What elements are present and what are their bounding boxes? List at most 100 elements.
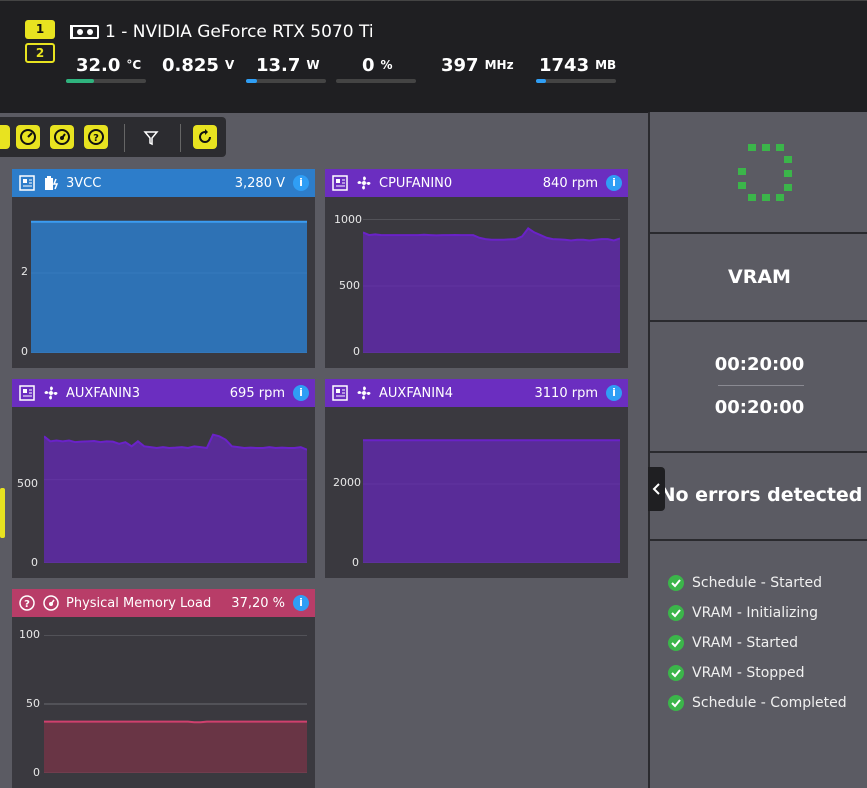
series-area xyxy=(363,440,620,563)
series-area xyxy=(44,434,307,563)
tick-label: 0 xyxy=(353,345,360,358)
sensor-panel-3vcc: 3VCC 3,280 V i 2 0 xyxy=(12,169,315,368)
error-status: No errors detected xyxy=(659,484,863,506)
panel-label: AUXFANIN4 xyxy=(379,385,454,401)
metric-clock: 397 MHz xyxy=(441,55,514,76)
tick-label: 0 xyxy=(352,556,359,569)
refresh-button[interactable] xyxy=(193,125,217,149)
gpu-header: 1 2 1 - NVIDIA GeForce RTX 5070 Ti 32.0 °… xyxy=(0,0,867,113)
motherboard-icon xyxy=(18,174,36,192)
log-entry: Schedule - Started xyxy=(668,575,822,591)
panel-value: 3,280 V xyxy=(234,175,285,191)
tick-label: 0 xyxy=(31,556,38,569)
series-line xyxy=(44,720,307,724)
log-text: Schedule - Started xyxy=(692,575,822,591)
memory-bar xyxy=(536,79,616,83)
scroll-indicator[interactable] xyxy=(0,488,5,538)
chart-physical-memory xyxy=(44,635,307,773)
series-area xyxy=(363,228,620,353)
log-text: VRAM - Initializing xyxy=(692,605,818,621)
tick-label: 500 xyxy=(339,279,360,292)
chart-cpufanin0 xyxy=(363,219,620,353)
metric-temperature: 32.0 °C xyxy=(76,55,142,76)
divider xyxy=(650,320,867,322)
metric-power: 13.7 W xyxy=(256,55,320,76)
gpu-title: 1 - NVIDIA GeForce RTX 5070 Ti xyxy=(105,22,374,42)
help-button[interactable]: ? xyxy=(84,125,108,149)
time-elapsed: 00:20:00 xyxy=(714,354,805,375)
temperature-bar-fill xyxy=(66,79,94,83)
divider xyxy=(650,451,867,453)
toolbar-divider xyxy=(124,124,125,152)
tick-label: 0 xyxy=(33,766,40,779)
fan-icon xyxy=(355,384,373,402)
dashboard-icon xyxy=(54,129,70,145)
tick-label: 2 xyxy=(21,265,28,278)
chart-3vcc xyxy=(31,220,307,353)
toolbar-divider xyxy=(180,124,181,152)
log-entry: VRAM - Started xyxy=(668,635,798,651)
temperature-bar xyxy=(66,79,146,83)
sensor-panel-auxfanin4: AUXFANIN4 3110 rpm i 2000 0 xyxy=(325,379,628,578)
toolbar-button-partial[interactable] xyxy=(0,125,10,149)
help-icon: ? xyxy=(88,129,104,145)
time-divider xyxy=(718,385,804,386)
power-bar-fill xyxy=(246,79,258,83)
series-area xyxy=(44,721,307,773)
chart-auxfanin4 xyxy=(363,439,620,563)
panel-label: CPUFANIN0 xyxy=(379,175,453,191)
log-text: VRAM - Started xyxy=(692,635,799,651)
memory-bar-fill xyxy=(536,79,546,83)
metric-voltage: 0.825 V xyxy=(162,55,235,76)
filter-button[interactable] xyxy=(142,129,160,151)
loading-spinner-icon xyxy=(738,144,792,201)
panel-header: ? Physical Memory Load 37,20 % i xyxy=(12,589,315,617)
info-icon[interactable]: i xyxy=(293,175,309,191)
time-total: 00:20:00 xyxy=(714,397,805,418)
panel-label: AUXFANIN3 xyxy=(66,385,141,401)
log-text: VRAM - Stopped xyxy=(692,665,805,681)
chevron-left-icon xyxy=(652,483,660,495)
gpu-selector-2[interactable]: 2 xyxy=(25,43,55,63)
tick-label: 0 xyxy=(21,345,28,358)
tick-label: 2000 xyxy=(333,476,361,489)
filter-icon xyxy=(143,131,159,146)
check-icon xyxy=(668,695,684,711)
panel-value: 695 rpm xyxy=(229,385,285,401)
info-icon[interactable]: i xyxy=(606,175,622,191)
panel-value: 3110 rpm xyxy=(534,385,598,401)
tick-label: 100 xyxy=(19,628,40,641)
gpu-selector-1[interactable]: 1 xyxy=(25,20,55,39)
tick-label: 50 xyxy=(26,697,40,710)
collapse-sidebar-button[interactable] xyxy=(648,467,665,511)
tick-label: 1000 xyxy=(334,213,362,226)
panel-header: AUXFANIN4 3110 rpm i xyxy=(325,379,628,407)
divider xyxy=(650,539,867,541)
svg-text:?: ? xyxy=(24,599,30,610)
fan-icon xyxy=(42,384,60,402)
panel-label: Physical Memory Load xyxy=(66,595,212,611)
motherboard-icon xyxy=(18,384,36,402)
check-icon xyxy=(668,605,684,621)
gauge-button[interactable] xyxy=(16,125,40,149)
log-entry: VRAM - Initializing xyxy=(668,605,818,621)
sensor-panel-auxfanin3: AUXFANIN3 695 rpm i 500 0 xyxy=(12,379,315,578)
load-bar xyxy=(336,79,416,83)
divider xyxy=(650,232,867,234)
motherboard-icon xyxy=(331,384,349,402)
gauge-icon xyxy=(42,594,60,612)
dashboard-button[interactable] xyxy=(50,125,74,149)
metric-load: 0% xyxy=(362,55,393,76)
panel-header: AUXFANIN3 695 rpm i xyxy=(12,379,315,407)
check-icon xyxy=(668,575,684,591)
gauge-icon xyxy=(20,129,36,145)
sensor-panel-physical-memory: ? Physical Memory Load 37,20 % i 100 50 … xyxy=(12,589,315,788)
info-icon[interactable]: i xyxy=(293,385,309,401)
metric-memory: 1743 MB xyxy=(539,55,617,76)
info-icon[interactable]: i xyxy=(606,385,622,401)
panel-value: 37,20 % xyxy=(231,595,285,611)
toolbar: ? xyxy=(0,117,226,157)
info-icon[interactable]: i xyxy=(293,595,309,611)
panel-header: CPUFANIN0 840 rpm i xyxy=(325,169,628,197)
test-status-sidebar: VRAM 00:20:00 00:20:00 No errors detecte… xyxy=(648,112,867,788)
